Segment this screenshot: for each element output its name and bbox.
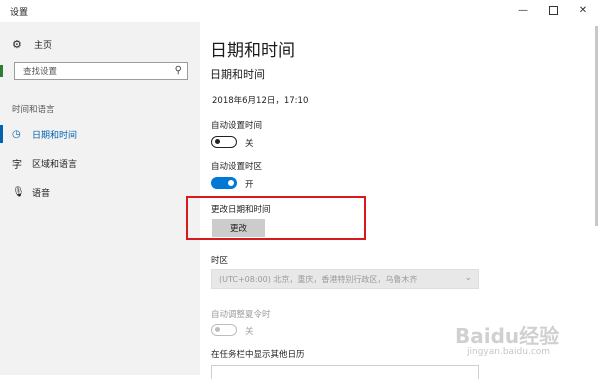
auto-timezone-state: 开 [245,180,254,190]
language-icon: 字 [12,159,22,171]
microphone-icon: 🎙 [12,186,25,198]
sidebar-item-label: 区域和语言 [32,159,78,170]
sidebar-item-home[interactable]: ⚙ 主页 [12,38,52,51]
timezone-value: (UTC+08:00) 北京，重庆，香港特别行政区，乌鲁木齐 [219,275,418,284]
close-button[interactable]: ✕ [568,0,598,20]
maximize-button[interactable] [538,0,568,20]
timezone-select[interactable]: (UTC+08:00) 北京，重庆，香港特别行政区，乌鲁木齐 ⌄ [211,269,479,289]
watermark-url: jingyan.baidu.com [467,347,551,357]
watermark-text: Baidu经验 [455,324,560,348]
chevron-down-icon: ⌄ [464,273,472,283]
auto-timezone-toggle[interactable] [211,177,237,189]
dst-state: 关 [245,327,254,337]
dst-label: 自动调整夏令时 [211,310,271,320]
sidebar-item-label: 语音 [32,188,51,199]
maximize-icon [548,5,558,15]
auto-time-label: 自动设置时间 [211,121,263,131]
sidebar-item-speech[interactable]: 🎙 语音 [12,184,50,200]
section-label: 时间和语言 [12,105,55,115]
extra-calendar-label: 在任务栏中显示其他日历 [211,350,305,360]
dst-toggle[interactable] [211,324,237,336]
change-button[interactable]: 更改 [212,219,265,237]
current-datetime: 2018年6月12日，17:10 [212,96,309,106]
watermark-logo: Baidu经验 jingyan.baidu.com [455,320,595,370]
edge-accent [0,65,3,77]
sidebar-item-label: 主页 [34,41,53,51]
change-datetime-label: 更改日期和时间 [211,205,271,215]
minimize-icon: — [518,4,528,16]
scrollbar[interactable] [595,26,598,226]
window-title: 设置 [10,8,29,18]
toggle-knob [228,180,234,186]
auto-time-state: 关 [245,139,254,149]
page-title: 日期和时间 [210,41,295,61]
sidebar: ⚙ 主页 ⚲ 时间和语言 ◷ 日期和时间 字 区域和语言 🎙 语音 [0,22,200,375]
calendar-clock-icon: ◷ [12,128,21,140]
settings-window: 设置 — ✕ ⚙ 主页 ⚲ 时间和语言 ◷ 日期和时间 字 区域和语言 🎙 语音 [0,0,600,379]
auto-time-toggle[interactable] [211,136,237,148]
minimize-button[interactable]: — [508,0,538,20]
extra-calendar-select[interactable] [211,365,479,379]
search-input[interactable] [21,66,175,78]
gear-icon: ⚙ [12,38,22,51]
sidebar-item-label: 日期和时间 [32,130,78,141]
auto-timezone-label: 自动设置时区 [211,162,263,172]
search-icon[interactable]: ⚲ [175,65,182,76]
close-icon: ✕ [578,4,588,16]
search-box[interactable]: ⚲ [14,62,188,80]
sidebar-item-region-language[interactable]: 字 区域和语言 [12,155,77,171]
section-title: 日期和时间 [210,68,265,81]
toggle-knob [215,327,220,332]
title-bar: 设置 — ✕ [0,0,600,22]
sidebar-item-date-time[interactable]: ◷ 日期和时间 [12,126,77,142]
toggle-knob [215,139,220,144]
active-indicator [0,125,3,143]
timezone-label: 时区 [211,256,229,266]
